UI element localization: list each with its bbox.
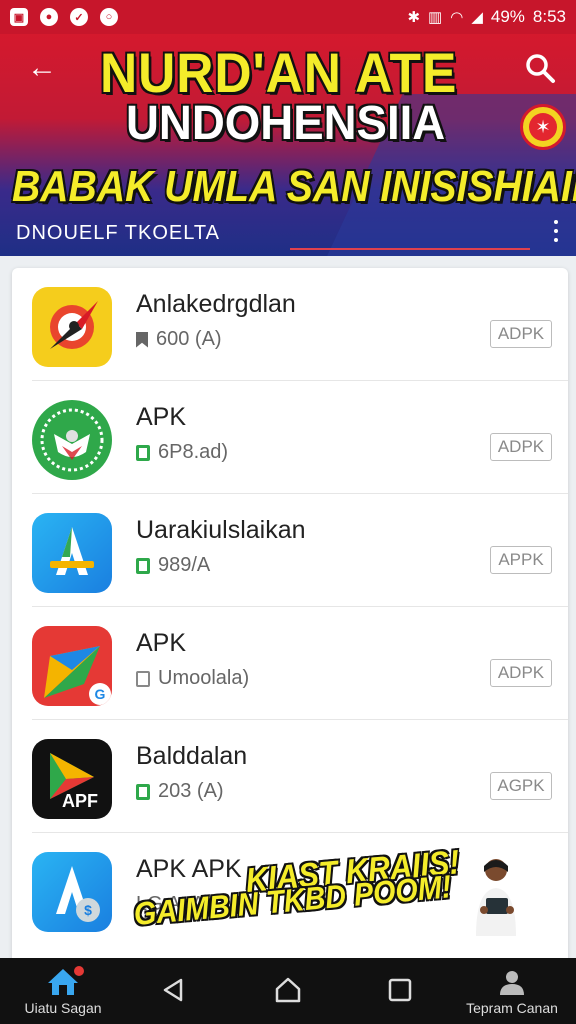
gallery-notification-icon: ▣	[10, 8, 28, 26]
bluetooth-icon: ✱	[407, 9, 421, 26]
app-size: 6P8.ad)	[158, 441, 229, 463]
battery-level: 49%	[490, 7, 525, 26]
app-name: Anlakedrgdlan	[136, 290, 296, 318]
triangle-back-icon	[163, 978, 183, 1002]
app-icon-garuda	[32, 400, 112, 480]
house-outline-icon	[275, 977, 301, 1003]
app-size: 203 (A)	[158, 780, 224, 802]
status-bar: ▣ ● ✓ ○ ✱ ▥ ◠ ◢ 49% 8:53	[0, 0, 576, 34]
app-meta: Umoolala)	[136, 667, 249, 690]
app-icon-apf: APF	[32, 739, 112, 819]
back-button[interactable]: ←	[24, 50, 60, 86]
app-screen: ▣ ● ✓ ○ ✱ ▥ ◠ ◢ 49% 8:53 ← NURD'AN ATE U…	[0, 0, 576, 1024]
apk-badge-button[interactable]: APPK	[490, 546, 552, 574]
app-meta: 203 (A)	[136, 780, 224, 803]
mail-notification-icon: ✓	[70, 8, 88, 26]
apk-badge-button[interactable]: AGPK	[490, 772, 552, 800]
app-icon-play: G	[32, 626, 112, 706]
promo-banner[interactable]: KIAST KRAIIS! GAIMBIN TKBD POOM!	[10, 843, 566, 956]
bookmark-icon	[136, 331, 148, 348]
banner-caption: DNOUELF TKOELTA	[16, 222, 220, 244]
app-size: 600 (A)	[156, 328, 222, 350]
app-meta: 6P8.ad)	[136, 441, 228, 464]
system-home-button[interactable]	[268, 970, 308, 1010]
app-icon-compass	[32, 287, 112, 367]
verified-icon	[136, 557, 150, 574]
system-back-button[interactable]	[154, 970, 194, 1010]
app-name: Uarakiulslaikan	[136, 516, 306, 544]
more-options-button[interactable]	[548, 216, 564, 246]
nav-home-tab[interactable]: Uiatu Sagan	[18, 958, 108, 1024]
file-icon	[136, 670, 150, 687]
banner-subtitle: BABAK UMLA SAN INISISHIAINARCA,	[12, 162, 576, 211]
header-banner: ← NURD'AN ATE UNDOHENSIIA ✶ BABAK UMLA S…	[0, 34, 576, 256]
header-divider	[290, 248, 530, 250]
star-icon: ✶	[529, 113, 557, 141]
list-item[interactable]: APK 6P8.ad) ADPK	[12, 381, 568, 494]
nav-profile-label: Tepram Canan	[466, 999, 558, 1016]
nav-home-label: Uiatu Sagan	[24, 999, 102, 1016]
nav-profile-tab[interactable]: Tepram Canan	[460, 958, 564, 1024]
bottom-navigation: Uiatu Sagan Tepram Canan	[0, 958, 576, 1024]
app-name: Balddalan	[136, 742, 248, 770]
verified-icon	[136, 444, 150, 461]
list-item[interactable]: APF Balddalan 203 (A) AGPK	[12, 720, 568, 833]
verified-icon	[136, 783, 150, 800]
app-name: APK APK	[136, 855, 242, 883]
apk-badge-button[interactable]: ADPK	[490, 320, 552, 348]
notification-dot	[74, 966, 84, 976]
clock: 8:53	[532, 7, 566, 26]
apk-badge-button[interactable]: ADPK	[490, 433, 552, 461]
search-icon	[526, 54, 555, 83]
search-button[interactable]	[522, 50, 558, 86]
app-name: APK	[136, 403, 187, 431]
emblem-badge[interactable]: ✶	[520, 104, 566, 150]
app-icon-label: APF	[62, 791, 98, 811]
app-meta: 600 (A)	[136, 328, 222, 351]
apk-badge-button[interactable]: ADPK	[490, 659, 552, 687]
back-arrow-icon: ←	[27, 51, 57, 84]
profile-icon	[500, 970, 524, 995]
list-item[interactable]: Uarakiulslaikan 989/A APPK	[12, 494, 568, 607]
app-name: APK	[136, 629, 187, 657]
list-item[interactable]: Anlakedrgdlan 600 (A) ADPK	[12, 268, 568, 381]
app-meta: 989/A	[136, 554, 210, 577]
person-with-tablet-image	[476, 859, 516, 936]
list-item[interactable]: G APK Umoolala) ADPK	[12, 607, 568, 720]
square-recents-icon	[388, 978, 412, 1002]
app-notification-icon: ○	[100, 8, 118, 26]
signal-icon: ◢	[471, 9, 483, 26]
app-size: 989/A	[158, 554, 211, 576]
wifi-icon: ◠	[450, 9, 464, 26]
app-size: Umoolala)	[158, 667, 250, 689]
app-icon-app-store	[32, 513, 112, 593]
chat-notification-icon: ●	[40, 8, 58, 26]
system-recents-button[interactable]	[380, 970, 420, 1010]
banner-title-line2: UNDOHENSIIA	[126, 97, 446, 150]
svg-text:G: G	[95, 686, 106, 702]
vibrate-icon: ▥	[428, 9, 443, 26]
